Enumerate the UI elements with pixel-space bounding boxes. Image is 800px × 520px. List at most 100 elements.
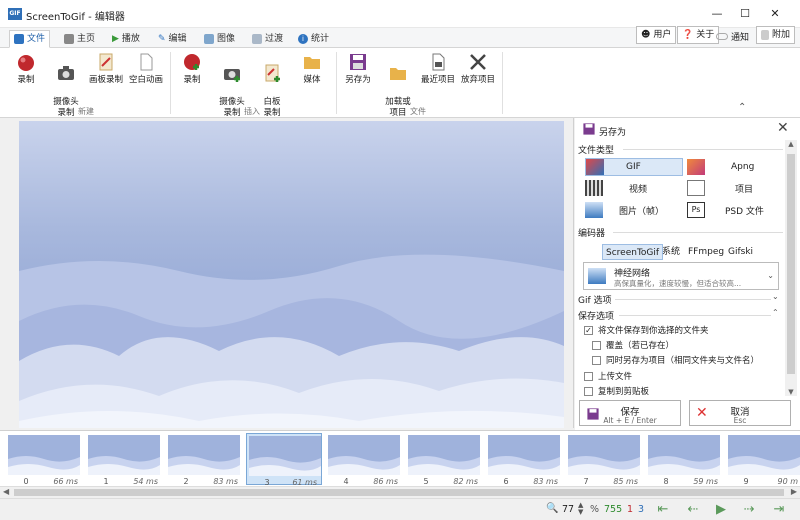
close-button[interactable]: ✕ bbox=[763, 4, 787, 24]
divider bbox=[619, 315, 771, 316]
attach-button[interactable]: 附加 bbox=[756, 26, 796, 44]
save-button[interactable]: 保存 Alt + E / Enter bbox=[579, 400, 681, 426]
minimize-button[interactable]: — bbox=[705, 4, 729, 24]
insert-record-button[interactable]: 录制 bbox=[172, 50, 212, 86]
tab-play[interactable]: ▶ 播放 bbox=[108, 30, 144, 48]
user-button[interactable]: ☻ 用户 bbox=[636, 26, 677, 44]
file-type-apng[interactable]: Apng bbox=[687, 158, 782, 176]
frame-delay: 83 ms bbox=[213, 477, 238, 486]
encoder-tab-screentogif[interactable]: ScreenToGif bbox=[602, 244, 664, 260]
last-frame-icon[interactable]: ⇥ bbox=[770, 502, 788, 518]
board-record-button[interactable]: 画板录制 bbox=[86, 50, 126, 86]
record-add-icon bbox=[184, 54, 200, 70]
frame-thumbnail[interactable]: 8 59 ms bbox=[646, 433, 722, 486]
previous-frame-icon[interactable]: ⇠ bbox=[684, 502, 702, 518]
first-frame-icon[interactable]: ⇤ bbox=[654, 502, 672, 518]
tab-edit[interactable]: ✎ 编辑 bbox=[154, 30, 191, 48]
overwrite-checkbox[interactable]: 覆盖（若已存在） bbox=[592, 339, 674, 351]
play-icon[interactable]: ▶ bbox=[712, 502, 730, 518]
gif-options-label[interactable]: Gif 选项 bbox=[578, 293, 612, 306]
notify-button[interactable]: 通知 bbox=[716, 28, 749, 44]
chevron-up-icon[interactable]: ⌃ bbox=[772, 308, 779, 317]
frame-image bbox=[8, 435, 80, 475]
file-type-images[interactable]: 图片（帧） bbox=[585, 201, 683, 219]
panel-title: 另存为 bbox=[599, 128, 627, 138]
folder-open-icon bbox=[390, 68, 406, 80]
frame-thumbnail[interactable]: 5 82 ms bbox=[406, 433, 482, 486]
frame-thumbnail[interactable]: 2 83 ms bbox=[166, 433, 242, 486]
file-type-gif[interactable]: GIF bbox=[585, 158, 683, 176]
close-panel-icon[interactable]: ✕ bbox=[777, 120, 789, 136]
tab-file[interactable]: 文件 bbox=[9, 30, 51, 48]
record-icon bbox=[18, 55, 34, 71]
frame-number: 9 bbox=[743, 477, 749, 486]
frame-thumbnail[interactable]: 9 90 m bbox=[726, 433, 800, 486]
file-type-psd[interactable]: Ps PSD 文件 bbox=[687, 201, 782, 219]
blank-animation-button[interactable]: 空白动画 bbox=[126, 50, 166, 86]
scroll-down-icon[interactable]: ▼ bbox=[785, 388, 797, 396]
frame-delay: 82 ms bbox=[453, 477, 478, 486]
frame-image bbox=[488, 435, 560, 475]
maximize-button[interactable]: ☐ bbox=[733, 4, 757, 24]
tab-home[interactable]: 主页 bbox=[60, 30, 99, 48]
save-as-button[interactable]: 另存为 bbox=[338, 50, 378, 86]
file-type-video[interactable]: 视频 bbox=[585, 179, 683, 197]
encoder-tab-gifski[interactable]: Gifski bbox=[725, 244, 756, 260]
frame-image bbox=[168, 435, 240, 475]
group-label-file: 文件 bbox=[410, 107, 426, 116]
recent-projects-button[interactable]: 最近项目 bbox=[418, 50, 458, 86]
frame-number: 7 bbox=[583, 477, 589, 486]
scrollbar-thumb[interactable] bbox=[14, 489, 784, 496]
copy-clipboard-checkbox[interactable]: 复制到剪贴板 bbox=[584, 385, 649, 397]
chevron-down-icon: ⌄ bbox=[767, 271, 774, 280]
save-to-folder-checkbox[interactable]: ✓ 将文件保存到你选择的文件夹 bbox=[584, 324, 709, 336]
collapse-ribbon-icon[interactable]: ⌃ bbox=[738, 102, 746, 113]
frame-image bbox=[728, 435, 800, 475]
save-options-label[interactable]: 保存选项 bbox=[578, 309, 614, 322]
frame-number: 5 bbox=[423, 477, 429, 486]
folder-icon bbox=[304, 57, 320, 69]
tab-transition[interactable]: 过渡 bbox=[248, 30, 287, 48]
play-icon: ▶ bbox=[112, 34, 119, 44]
insert-media-button[interactable]: 媒体 bbox=[292, 50, 332, 86]
film-icon bbox=[585, 180, 603, 196]
discard-project-button[interactable]: 放弃项目 bbox=[458, 50, 498, 86]
frame-delay: 85 ms bbox=[613, 477, 638, 486]
tab-statistics[interactable]: i 统计 bbox=[294, 30, 333, 48]
frame-delay: 86 ms bbox=[373, 477, 398, 486]
frame-thumbnail[interactable]: 7 85 ms bbox=[566, 433, 642, 486]
camera-add-icon bbox=[224, 69, 240, 82]
about-button[interactable]: ❓ 关于 bbox=[677, 26, 720, 44]
save-project-checkbox[interactable]: 同时另存为项目（相同文件夹与文件名） bbox=[592, 354, 759, 366]
next-frame-icon[interactable]: ⇢ bbox=[740, 502, 758, 518]
group-separator bbox=[336, 52, 337, 114]
upload-checkbox[interactable]: 上传文件 bbox=[584, 370, 632, 382]
record-button[interactable]: 录制 bbox=[6, 50, 46, 86]
scrollbar-thumb[interactable] bbox=[787, 154, 795, 374]
encoder-tab-ffmpeg[interactable]: FFmpeg bbox=[685, 244, 727, 260]
tab-image[interactable]: 图像 bbox=[200, 30, 239, 48]
frame-thumbnail[interactable]: 1 54 ms bbox=[86, 433, 162, 486]
psd-icon: Ps bbox=[687, 202, 705, 218]
frame-thumbnail[interactable]: 4 86 ms bbox=[326, 433, 402, 486]
scroll-right-icon[interactable]: ▶ bbox=[791, 487, 797, 496]
zoom-value[interactable]: 77 bbox=[562, 504, 574, 515]
zoom-spinner-icon[interactable]: ▲ ▼ bbox=[578, 502, 583, 516]
chevron-down-icon[interactable]: ⌄ bbox=[772, 292, 779, 301]
scroll-left-icon[interactable]: ◀ bbox=[3, 487, 9, 496]
frame-thumbnail[interactable]: 3 61 ms bbox=[246, 433, 322, 487]
frame-thumbnail[interactable]: 0 66 ms bbox=[6, 433, 82, 486]
file-type-project[interactable]: 项目 bbox=[687, 179, 782, 197]
scroll-up-icon[interactable]: ▲ bbox=[785, 140, 797, 148]
group-separator bbox=[502, 52, 503, 114]
frame-thumbnail[interactable]: 6 83 ms bbox=[486, 433, 562, 486]
gif-icon bbox=[586, 159, 604, 175]
encoder-tab-system[interactable]: 系统 bbox=[659, 244, 683, 260]
canvas-area bbox=[0, 118, 574, 428]
panel-scrollbar[interactable]: ▲ ▼ bbox=[785, 140, 797, 396]
attach-icon bbox=[761, 30, 769, 40]
image-icon bbox=[585, 202, 603, 218]
frame-scrollbar[interactable]: ◀ ▶ bbox=[0, 486, 800, 498]
quantizer-select[interactable]: 神经网络 高保真量化，速度较慢，但适合较高... ⌄ bbox=[583, 262, 779, 290]
cancel-button[interactable]: ✕ 取消 Esc bbox=[689, 400, 791, 426]
